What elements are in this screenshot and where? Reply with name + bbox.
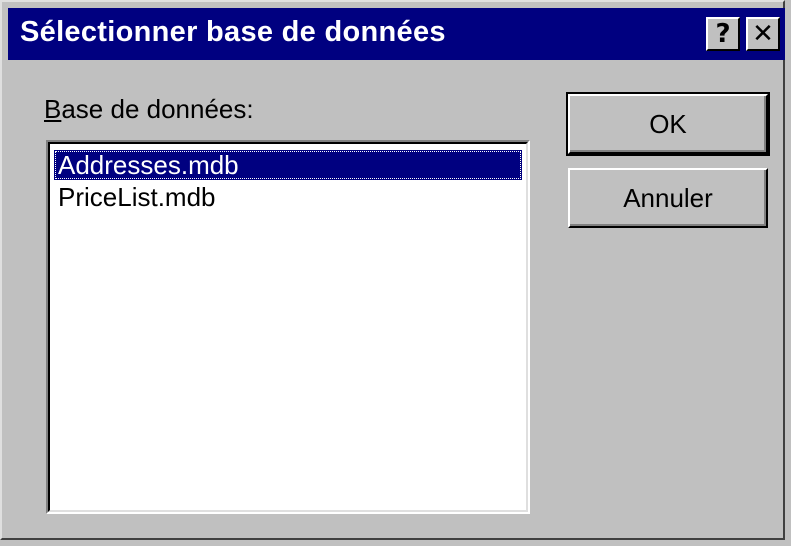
cancel-button[interactable]: Annuler xyxy=(568,168,768,228)
ok-button[interactable]: OK xyxy=(566,92,770,156)
ok-button-label: OK xyxy=(649,108,687,139)
close-button[interactable]: ✕ xyxy=(746,17,780,51)
help-button[interactable]: ? xyxy=(706,17,740,51)
database-label-mnemonic: B xyxy=(44,94,62,124)
list-item-pricelist[interactable]: PriceList.mdb xyxy=(54,182,216,212)
close-icon: ✕ xyxy=(752,19,774,49)
cancel-button-label: Annuler xyxy=(623,182,713,213)
database-listbox[interactable]: Addresses.mdb PriceList.mdb xyxy=(46,140,530,514)
listbox-frame: Addresses.mdb PriceList.mdb xyxy=(48,142,528,512)
select-database-dialog: Sélectionner base de données ? ✕ Base de… xyxy=(0,0,785,540)
window-title: Sélectionner base de données xyxy=(20,16,446,48)
database-label: Base de données: xyxy=(44,94,254,125)
database-label-text: ase de données: xyxy=(61,94,254,124)
question-mark-icon: ? xyxy=(715,19,731,49)
list-item-addresses[interactable]: Addresses.mdb xyxy=(54,150,522,180)
title-bar[interactable]: Sélectionner base de données ? ✕ xyxy=(8,8,785,60)
